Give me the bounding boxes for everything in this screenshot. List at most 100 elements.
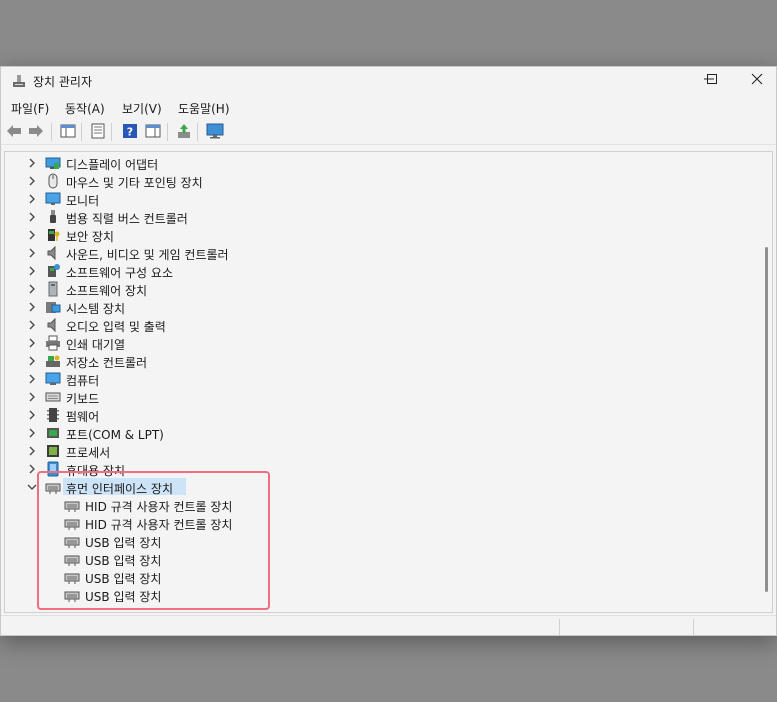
window-title: 장치 관리자 [33, 75, 93, 89]
computer-icon [45, 371, 61, 387]
display-adapter-icon [45, 155, 61, 171]
maximize-button[interactable] [689, 67, 735, 95]
forward-button[interactable] [27, 123, 45, 141]
chevron-right-icon[interactable] [26, 211, 38, 223]
chevron-right-icon[interactable] [26, 247, 38, 259]
audio-icon [45, 317, 61, 333]
printer-icon [45, 335, 61, 351]
toolbar-separator [197, 123, 198, 141]
properties-icon [90, 123, 106, 142]
tree-item-label: 모니터 [66, 194, 100, 208]
status-divider [559, 619, 560, 635]
chevron-right-icon[interactable] [26, 265, 38, 277]
chevron-right-icon[interactable] [26, 301, 38, 313]
chevron-right-icon[interactable] [26, 391, 38, 403]
update-driver-icon [176, 123, 192, 142]
chevron-right-icon[interactable] [26, 193, 38, 205]
chevron-right-icon[interactable] [26, 319, 38, 331]
chevron-right-icon[interactable] [26, 283, 38, 295]
tree-item-label: 포트(COM & LPT) [66, 428, 164, 442]
tree-item-label: 사운드, 비디오 및 게임 컨트롤러 [66, 248, 229, 262]
tree-item[interactable]: 소프트웨어 구성 요소 [5, 262, 756, 280]
tree-item[interactable]: 보안 장치 [5, 226, 756, 244]
show-hide-console-tree-button[interactable] [59, 123, 77, 141]
chevron-right-icon[interactable] [26, 337, 38, 349]
tree-item[interactable]: 디스플레이 어댑터 [5, 154, 756, 172]
software-device-icon [45, 281, 61, 297]
chevron-right-icon[interactable] [26, 355, 38, 367]
tree-item[interactable]: 범용 직렬 버스 컨트롤러 [5, 208, 756, 226]
tree-item[interactable]: 키보드 [5, 388, 756, 406]
menu-action[interactable]: 동작(A) [65, 100, 105, 117]
scan-hardware-monitor-icon [206, 123, 224, 142]
tree-item-label: 오디오 입력 및 출력 [66, 320, 166, 334]
back-button[interactable] [5, 123, 23, 141]
tree-item-label: 컴퓨터 [66, 374, 100, 388]
scrollbar-thumb[interactable] [765, 247, 768, 592]
tree-item-label: 소프트웨어 장치 [66, 284, 148, 298]
tree-item[interactable]: 펌웨어 [5, 406, 756, 424]
scan-hardware-button[interactable] [206, 123, 224, 141]
forward-arrow-icon [28, 124, 44, 141]
properties-button[interactable] [89, 123, 107, 141]
close-button[interactable] [734, 67, 777, 95]
tree-item[interactable]: 모니터 [5, 190, 756, 208]
toolbar-separator [111, 123, 112, 141]
usb-icon [45, 209, 61, 225]
tree-item[interactable]: 컴퓨터 [5, 370, 756, 388]
toolbar-separator [81, 123, 82, 141]
tree-item-label: 범용 직렬 버스 컨트롤러 [66, 212, 188, 226]
chevron-right-icon[interactable] [26, 427, 38, 439]
tree-item[interactable]: 오디오 입력 및 출력 [5, 316, 756, 334]
tree-item[interactable]: 마우스 및 기타 포인팅 장치 [5, 172, 756, 190]
keyboard-icon [45, 389, 61, 405]
tree-item[interactable]: 포트(COM & LPT) [5, 424, 756, 442]
tree-item-label: 시스템 장치 [66, 302, 126, 316]
tree-item[interactable]: 사운드, 비디오 및 게임 컨트롤러 [5, 244, 756, 262]
firmware-icon [45, 407, 61, 423]
tree-item-label: 디스플레이 어댑터 [66, 158, 159, 172]
security-device-icon [45, 227, 61, 243]
monitor-icon [45, 191, 61, 207]
console-tree-icon [60, 123, 76, 142]
chevron-right-icon[interactable] [26, 229, 38, 241]
title-bar[interactable]: 장치 관리자 [1, 67, 776, 95]
action-pane-icon [145, 123, 161, 142]
chevron-right-icon[interactable] [26, 373, 38, 385]
tree-item[interactable]: 시스템 장치 [5, 298, 756, 316]
maximize-icon [706, 73, 718, 89]
software-component-icon [45, 263, 61, 279]
chevron-right-icon[interactable] [26, 409, 38, 421]
tree-item-label: 보안 장치 [66, 230, 114, 244]
help-button[interactable]: ? [121, 123, 139, 141]
tree-item[interactable]: 소프트웨어 장치 [5, 280, 756, 298]
chevron-right-icon[interactable] [26, 157, 38, 169]
speaker-icon [45, 245, 61, 261]
update-driver-button[interactable] [175, 123, 193, 141]
action-pane-button[interactable] [144, 123, 162, 141]
vertical-scrollbar[interactable] [758, 152, 772, 612]
tree-item-label: 펌웨어 [66, 410, 100, 424]
menu-file[interactable]: 파일(F) [11, 100, 49, 117]
processor-icon [45, 443, 61, 459]
help-icon: ? [122, 123, 138, 142]
storage-controller-icon [45, 353, 61, 369]
tree-item-label: 마우스 및 기타 포인팅 장치 [66, 176, 203, 190]
menu-bar: 파일(F) 동작(A) 보기(V) 도움말(H) [1, 97, 776, 119]
status-bar [1, 615, 776, 636]
menu-view[interactable]: 보기(V) [122, 100, 162, 117]
tree-item-label: 인쇄 대기열 [66, 338, 126, 352]
tree-item[interactable]: 인쇄 대기열 [5, 334, 756, 352]
chevron-right-icon[interactable] [26, 175, 38, 187]
chevron-right-icon[interactable] [26, 445, 38, 457]
port-icon [45, 425, 61, 441]
tree-item[interactable]: 저장소 컨트롤러 [5, 352, 756, 370]
device-tree[interactable]: 디스플레이 어댑터마우스 및 기타 포인팅 장치모니터범용 직렬 버스 컨트롤러… [4, 151, 773, 613]
toolbar-separator [167, 123, 168, 141]
tree-item[interactable]: 프로세서 [5, 442, 756, 460]
mouse-icon [45, 173, 61, 189]
close-icon [751, 73, 763, 89]
tree-item-label: 프로세서 [66, 446, 111, 460]
back-arrow-icon [6, 124, 22, 141]
menu-help[interactable]: 도움말(H) [178, 100, 230, 117]
